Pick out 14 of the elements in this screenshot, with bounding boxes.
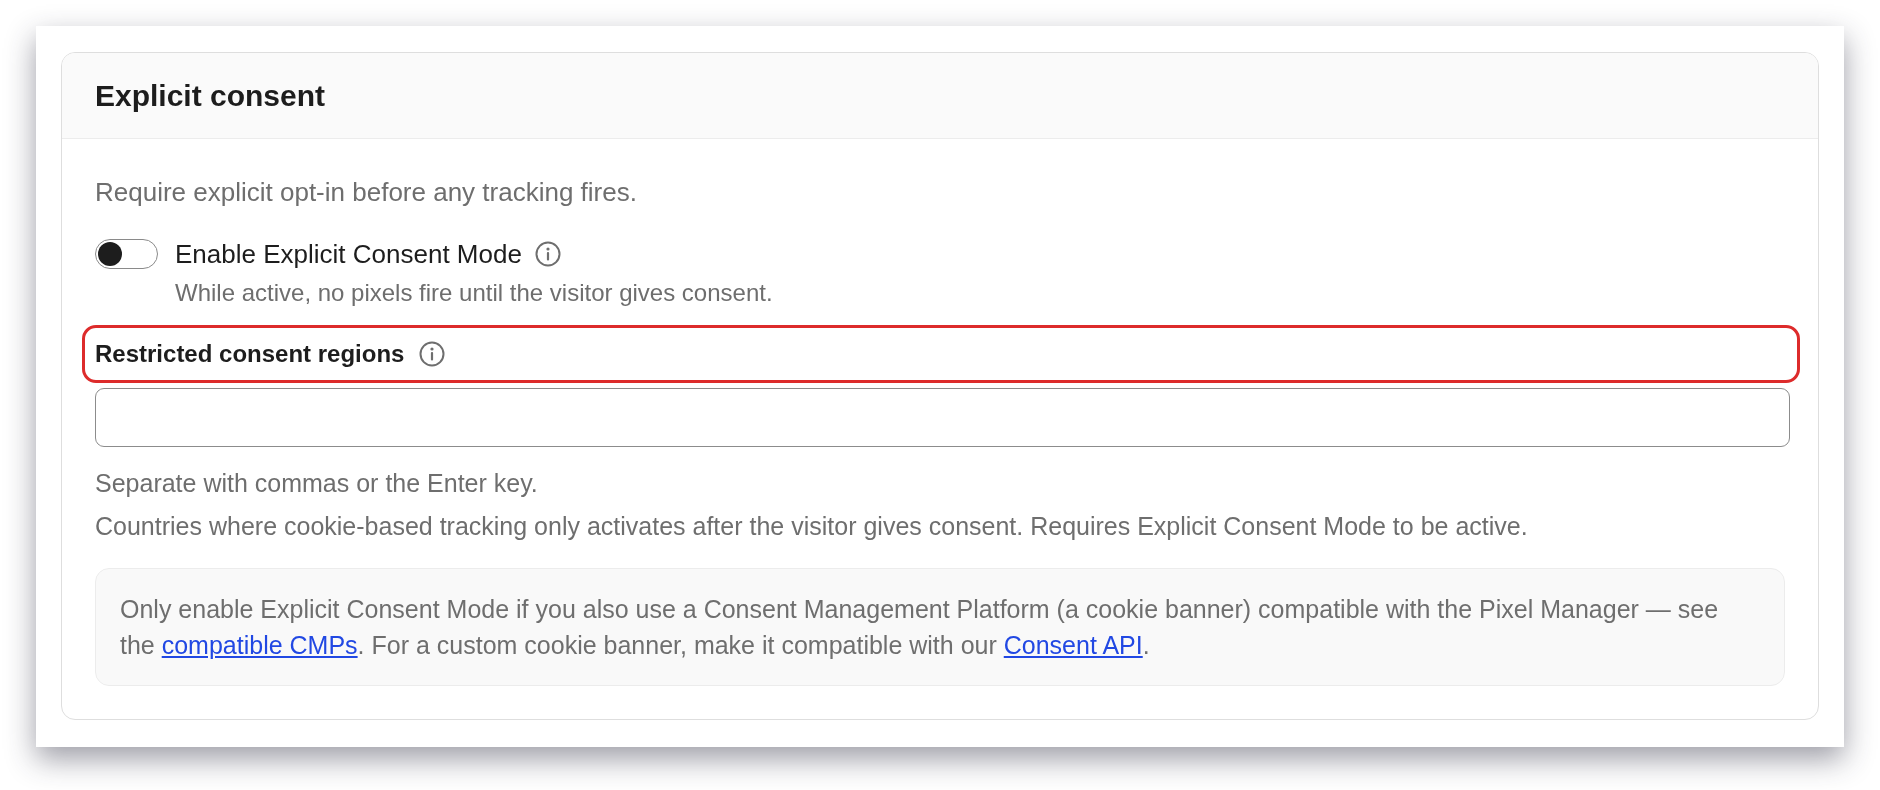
field-label: Restricted consent regions [95,339,405,369]
link[interactable]: Consent API [1003,631,1143,659]
card-title: Explicit consent [95,77,326,114]
description-text: Require explicit opt-in before any tracking fires. [95,176,637,209]
info-icon[interactable] [419,341,446,367]
hint-text: While active, no pixels fire until the visitor gives consent. [175,278,773,308]
toggle-switch[interactable] [95,239,158,269]
help-text: Separate with commas or the Enter key. [95,468,538,499]
notice-text: Only enable Explicit Consent Mode if you also use a Consent Management Platform (a cookie banner) compatible with the Pixel Manager — see the compatible CMPs. For a custom cookie banner, make it compatible with our Consent API. [120,594,1720,661]
toggle-label: Enable Explicit Consent Mode [175,239,522,269]
info-icon[interactable] [534,241,561,267]
help-text: Countries where cookie-based tracking only activates after the visitor gives consent. Requires Explicit Consent Mode to be active. [95,511,1528,542]
link[interactable]: compatible CMPs [161,631,358,659]
input-field[interactable] [95,388,1790,447]
